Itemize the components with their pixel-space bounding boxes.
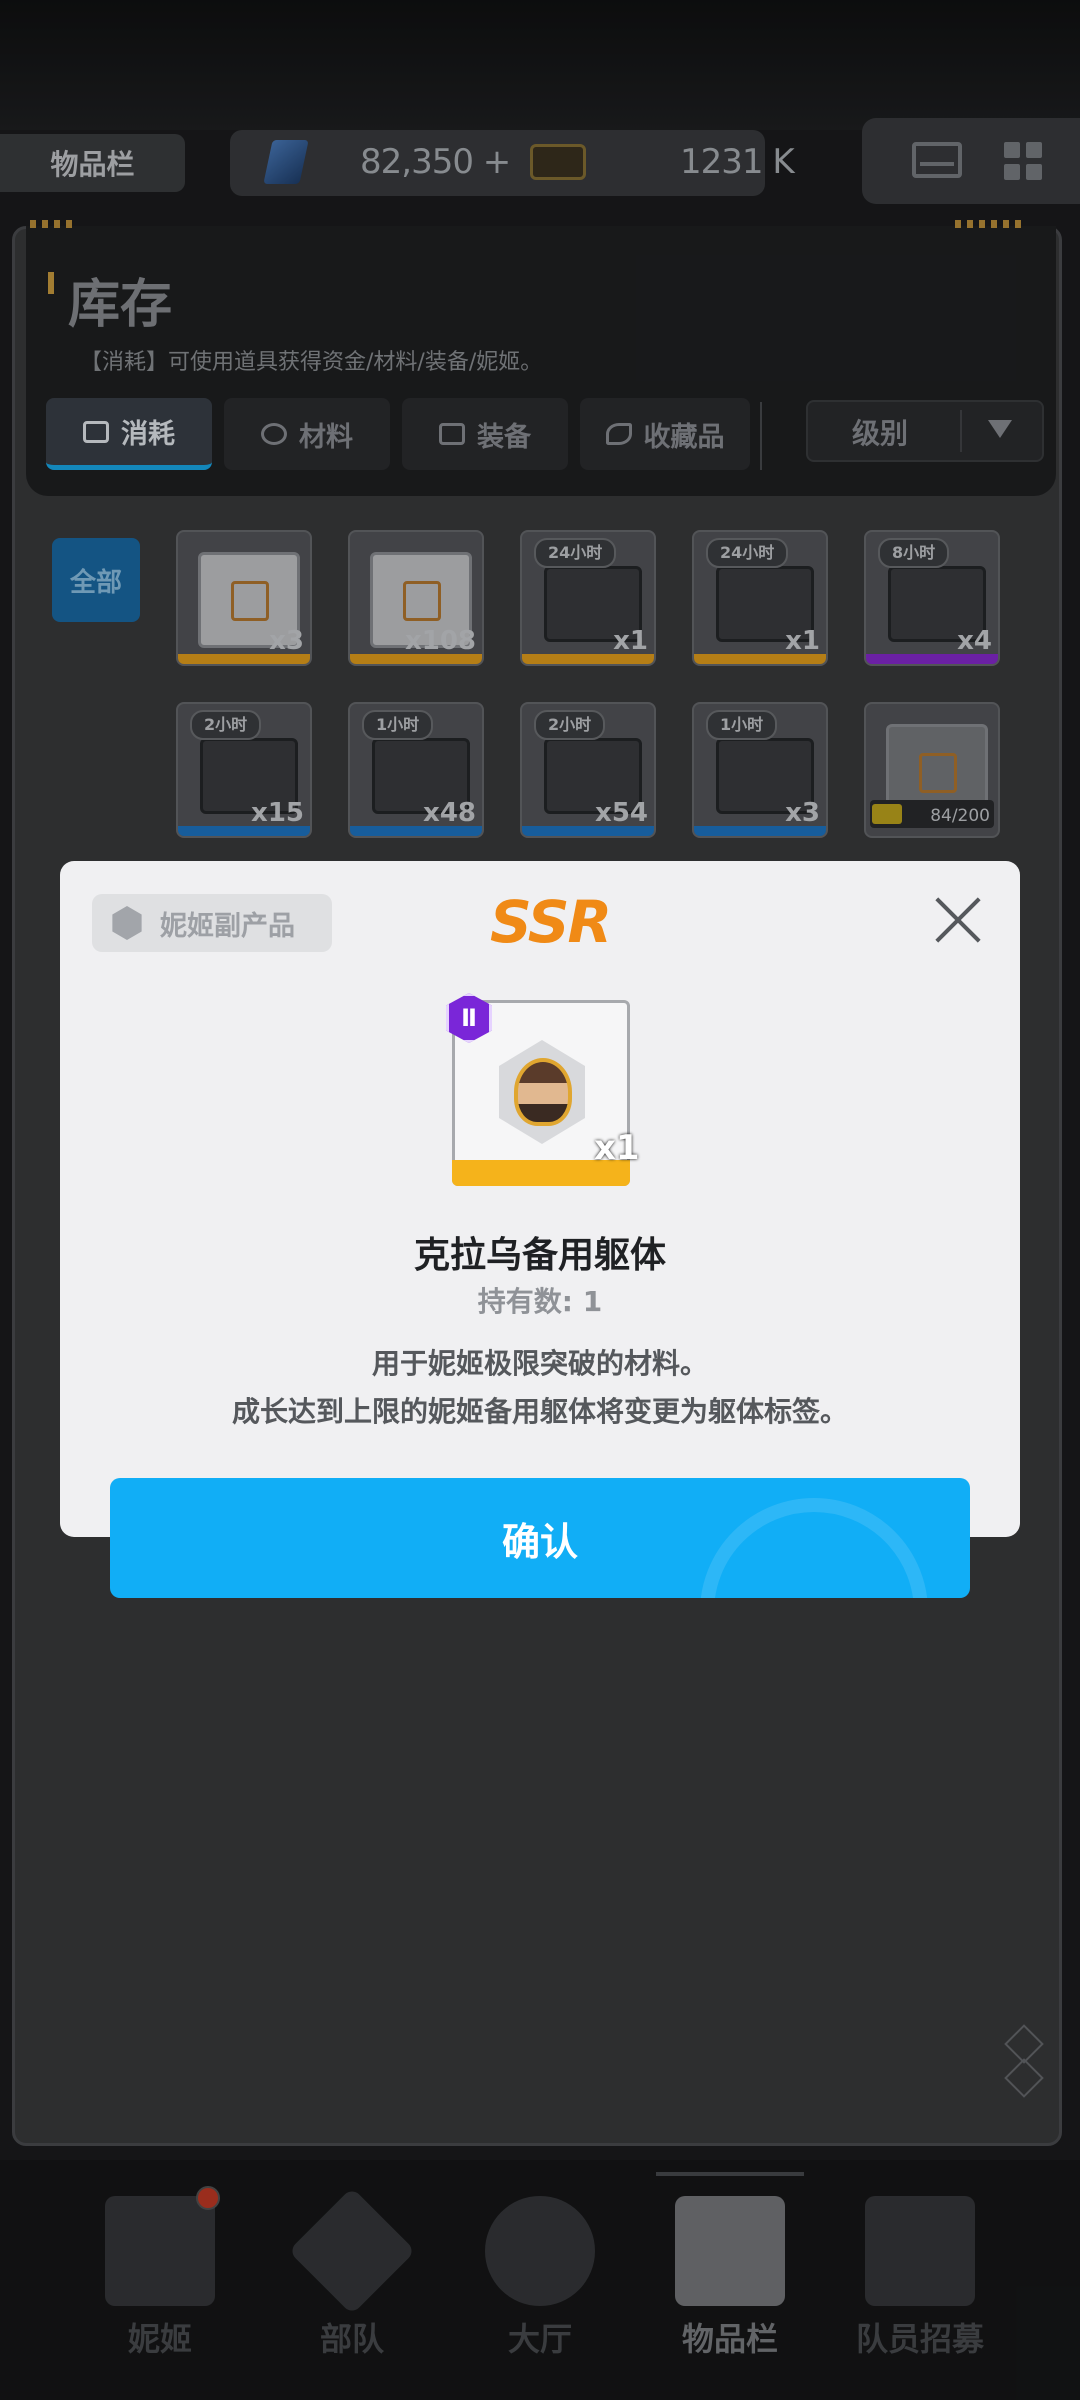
item-description: 成长达到上限的妮姬备用躯体将变更为躯体标签。: [231, 1395, 848, 1428]
character-portrait: [514, 1058, 572, 1126]
item-name: 克拉乌备用躯体: [413, 1235, 666, 1276]
item-count: x1: [594, 1128, 640, 1168]
confirm-decoration: [690, 1478, 940, 1598]
rarity-label: SSR: [490, 888, 612, 956]
hexagon-icon: [112, 906, 142, 940]
item-description: 用于妮姬极限突破的材料。: [371, 1347, 708, 1380]
owned-count: 持有数: 1: [477, 1285, 603, 1318]
item-detail-dialog: [60, 861, 1020, 1537]
category-tag: 妮姬副产品: [92, 894, 332, 952]
close-icon[interactable]: [932, 894, 984, 946]
category-tag-label: 妮姬副产品: [160, 910, 295, 942]
